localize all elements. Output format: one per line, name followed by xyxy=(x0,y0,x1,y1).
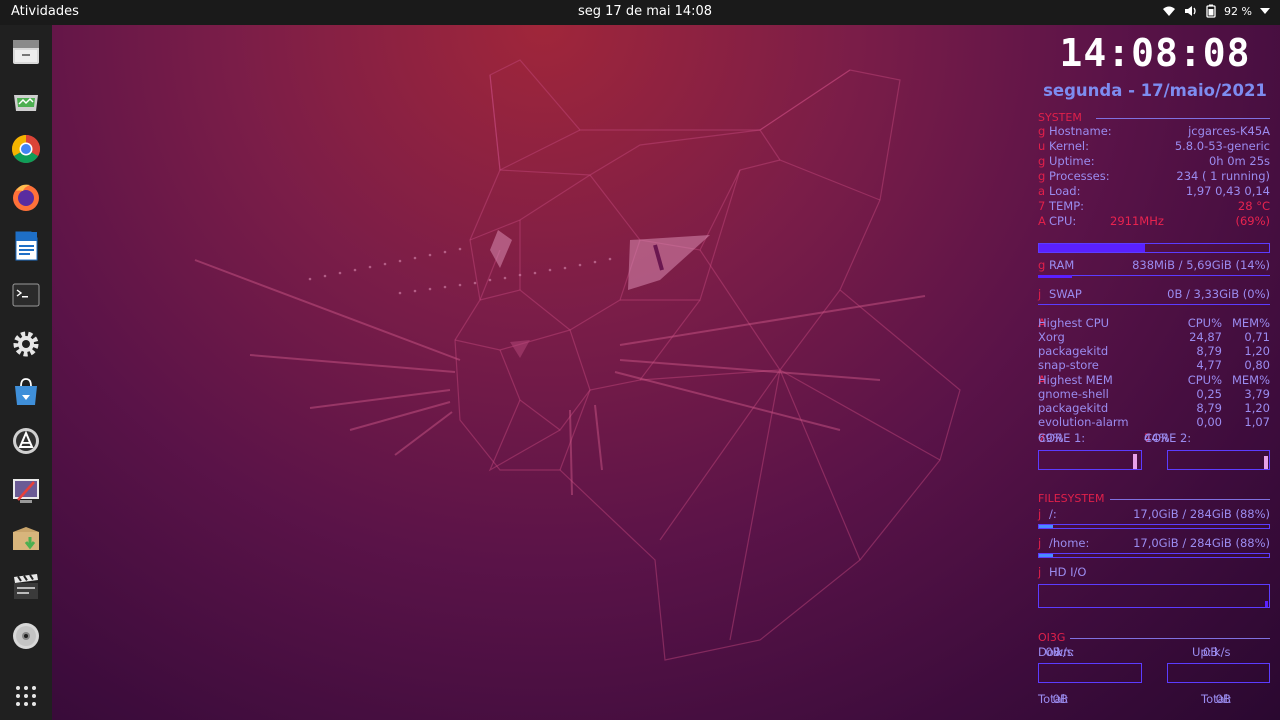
upload-graph xyxy=(1167,663,1270,683)
fs-root-bar-fill xyxy=(1039,525,1053,528)
wifi-icon xyxy=(1162,5,1176,17)
files-icon[interactable] xyxy=(10,36,42,68)
uptime-row: g Uptime: 0h 0m 25s xyxy=(1038,154,1270,168)
swap-row: j SWAP 0B / 3,33GiB (0%) xyxy=(1038,287,1270,301)
activities-button[interactable]: Atividades xyxy=(11,4,79,19)
conky-date: segunda - 17/maio/2021 xyxy=(1043,81,1267,100)
conky-time: 14:08:08 xyxy=(1059,31,1251,75)
hostname-row: g Hostname: jcgarces-K45A xyxy=(1038,124,1270,138)
top-bar: Atividades seg 17 de mai 14:08 92 % xyxy=(0,0,1280,25)
highest-cpu-row: Xorg 24,87 0,71 xyxy=(1038,330,1270,344)
hdio-graph-spike xyxy=(1265,601,1268,607)
cpu-usage-fill xyxy=(1039,244,1145,252)
network-speed-row: Down: 0B k/s Up: 0B k/s xyxy=(1038,645,1231,659)
fs-root-bar xyxy=(1038,524,1270,529)
fs-home-bar xyxy=(1038,553,1270,558)
disc-burner-icon[interactable] xyxy=(10,620,42,652)
core2-graph xyxy=(1167,450,1270,470)
hdio-row: j HD I/O xyxy=(1038,565,1087,579)
highest-cpu-row: snap-store 4,77 0,80 xyxy=(1038,358,1270,372)
network-total-row: Total: 0B Total: 0B xyxy=(1038,692,1232,706)
chrome-icon[interactable] xyxy=(10,133,42,165)
highest-cpu-header: A Highest CPU CPU% MEM% xyxy=(1038,316,1270,330)
settings-icon[interactable] xyxy=(10,328,42,360)
conky-widget: 14:08:08 segunda - 17/maio/2021 SYSTEM g… xyxy=(1038,25,1272,720)
libreoffice-writer-icon[interactable] xyxy=(10,230,42,262)
system-tray[interactable]: 92 % xyxy=(1162,4,1270,18)
system-section-title: SYSTEM xyxy=(1038,111,1270,124)
firefox-icon[interactable] xyxy=(10,181,42,213)
cpu-usage-bar xyxy=(1038,243,1270,253)
ram-bar xyxy=(1038,275,1270,276)
software-store-icon[interactable] xyxy=(10,376,42,408)
terminal-icon[interactable] xyxy=(10,279,42,311)
ram-bar-fill xyxy=(1038,275,1072,278)
core2-graph-spike xyxy=(1264,456,1268,469)
software-updater-icon[interactable] xyxy=(10,425,42,457)
cores-row: 7 CORE 1: 69% 7 CORE 2: 44% xyxy=(1038,431,1192,445)
system-monitor-icon[interactable] xyxy=(10,85,42,117)
filesystem-section-title: FILESYSTEM xyxy=(1038,492,1270,505)
temp-row: 7 TEMP: 28 °C xyxy=(1038,199,1270,213)
dock xyxy=(0,25,52,720)
highest-mem-row: gnome-shell 0,25 3,79 xyxy=(1038,387,1270,401)
top-bar-clock[interactable]: seg 17 de mai 14:08 xyxy=(578,4,712,19)
battery-percent: 92 % xyxy=(1224,4,1252,18)
core1-graph-spike xyxy=(1133,454,1137,469)
kernel-row: u Kernel: 5.8.0-53-generic xyxy=(1038,139,1270,153)
video-editor-icon[interactable] xyxy=(10,571,42,603)
highest-cpu-row: packagekitd 8,79 1,20 xyxy=(1038,344,1270,358)
fs-root-row: j/: 17,0GiB / 284GiB (88%) xyxy=(1038,507,1270,521)
network-section-title: OI3G xyxy=(1038,631,1270,644)
menu-arrow-icon xyxy=(1260,8,1270,14)
screenshot-tool-icon[interactable] xyxy=(10,474,42,506)
volume-icon xyxy=(1184,5,1198,17)
highest-mem-row: packagekitd 8,79 1,20 xyxy=(1038,401,1270,415)
ram-row: g RAM 838MiB / 5,69GiB (14%) xyxy=(1038,258,1270,272)
swap-bar xyxy=(1038,304,1270,305)
archive-manager-icon[interactable] xyxy=(10,523,42,555)
fs-home-row: j/home: 17,0GiB / 284GiB (88%) xyxy=(1038,536,1270,550)
highest-mem-header: A Highest MEM CPU% MEM% xyxy=(1038,373,1270,387)
highest-mem-row: evolution-alarm 0,00 1,07 xyxy=(1038,415,1270,429)
processes-row: g Processes: 234 ( 1 running) xyxy=(1038,169,1270,183)
show-applications-icon[interactable] xyxy=(10,680,42,712)
load-row: a Load: 1,97 0,43 0,14 xyxy=(1038,184,1270,198)
cpu-row: A CPU: 2911MHz (69%) xyxy=(1038,214,1270,228)
core1-graph xyxy=(1038,450,1142,470)
hdio-graph xyxy=(1038,584,1270,608)
download-graph xyxy=(1038,663,1142,683)
fs-home-bar-fill xyxy=(1039,554,1053,557)
battery-icon xyxy=(1206,4,1216,18)
